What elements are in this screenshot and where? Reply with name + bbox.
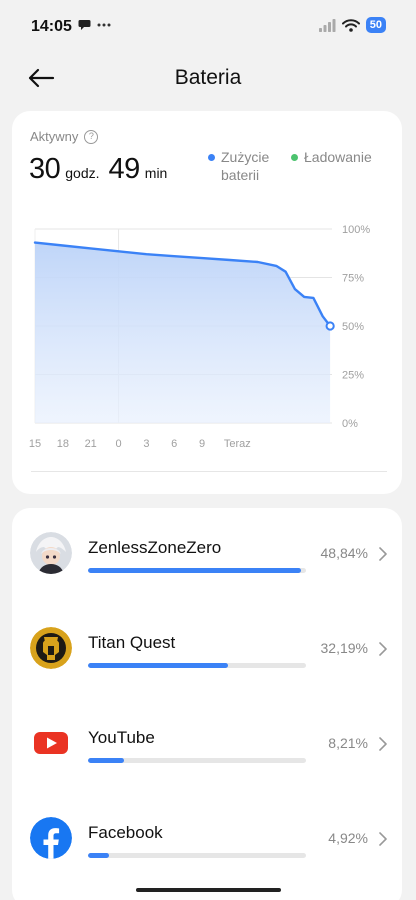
usage-bar-fill [88, 853, 110, 858]
app-name: Facebook [88, 823, 163, 842]
usage-area [35, 242, 331, 423]
home-indicator[interactable] [136, 888, 281, 892]
signal-icon [318, 18, 336, 32]
battery-chart-card: Aktywny ? 30 godz. 49 min Zużycie bateri… [12, 111, 402, 494]
app-row-youtube[interactable]: YouTube 8,21% [12, 698, 402, 788]
battery-screen: 14:05 50 Bateria Aktywny ? 30 godz. 49 m… [0, 0, 416, 900]
status-bar: 14:05 50 [0, 0, 416, 50]
usage-bar-track [88, 568, 306, 573]
usage-bar-track [88, 663, 306, 668]
usage-bar-fill [88, 758, 124, 763]
app-name: YouTube [88, 728, 155, 747]
chevron-right-icon [379, 832, 387, 846]
x-tick-label: 0 [115, 438, 121, 450]
usage-percent: 8,21% [328, 735, 368, 751]
chevron-right-icon [379, 737, 387, 751]
y-tick-label: 50% [342, 321, 364, 333]
status-notification-icons [78, 19, 111, 31]
app-usage-list: ZenlessZoneZero 48,84% Titan Quest 32,19… [12, 508, 402, 900]
facebook-app-icon [30, 817, 72, 859]
usage-bar-track [88, 758, 306, 763]
x-tick-label: 9 [199, 438, 205, 450]
usage-percent: 48,84% [320, 545, 368, 561]
usage-bar-fill [88, 568, 301, 573]
wifi-icon [341, 18, 360, 32]
y-tick-label: 25% [342, 370, 364, 382]
zenless-zone-zero-app-icon [30, 532, 72, 574]
y-tick-label: 75% [342, 273, 364, 285]
usage-percent: 4,92% [328, 830, 368, 846]
battery-usage-chart[interactable]: 100% 75% 50% 25% 0% 15 18 21 0 3 6 9 Teraz [12, 111, 402, 471]
chevron-right-icon [379, 547, 387, 561]
chevron-right-icon [379, 642, 387, 656]
youtube-app-icon [30, 722, 72, 764]
x-tick-label: Teraz [224, 438, 251, 450]
usage-bar-track [88, 853, 306, 858]
x-tick-label: 18 [57, 438, 69, 450]
status-time: 14:05 [31, 18, 72, 35]
app-name: ZenlessZoneZero [88, 538, 222, 557]
card-divider [31, 471, 387, 472]
battery-icon: 50 [365, 17, 386, 33]
usage-bar-fill [88, 663, 229, 668]
y-tick-label: 100% [342, 224, 370, 236]
usage-percent: 32,19% [320, 640, 368, 656]
current-level-point [325, 321, 335, 331]
page-title: Bateria [174, 66, 242, 89]
app-row-titan-quest[interactable]: Titan Quest 32,19% [12, 603, 402, 693]
x-tick-label: 6 [171, 438, 177, 450]
app-row-facebook[interactable]: Facebook 4,92% [12, 793, 402, 883]
chat-icon [78, 20, 91, 30]
x-tick-label: 21 [85, 438, 97, 450]
app-name: Titan Quest [88, 633, 176, 652]
titan-quest-app-icon [30, 627, 72, 669]
x-tick-label: 3 [143, 438, 149, 450]
header: Bateria [0, 56, 416, 100]
y-tick-label: 0% [342, 418, 358, 430]
status-system-icons: 50 [318, 17, 386, 33]
more-dots-icon [97, 23, 111, 27]
x-tick-label: 15 [29, 438, 41, 450]
app-row-zenlesszonezero[interactable]: ZenlessZoneZero 48,84% [12, 508, 402, 598]
